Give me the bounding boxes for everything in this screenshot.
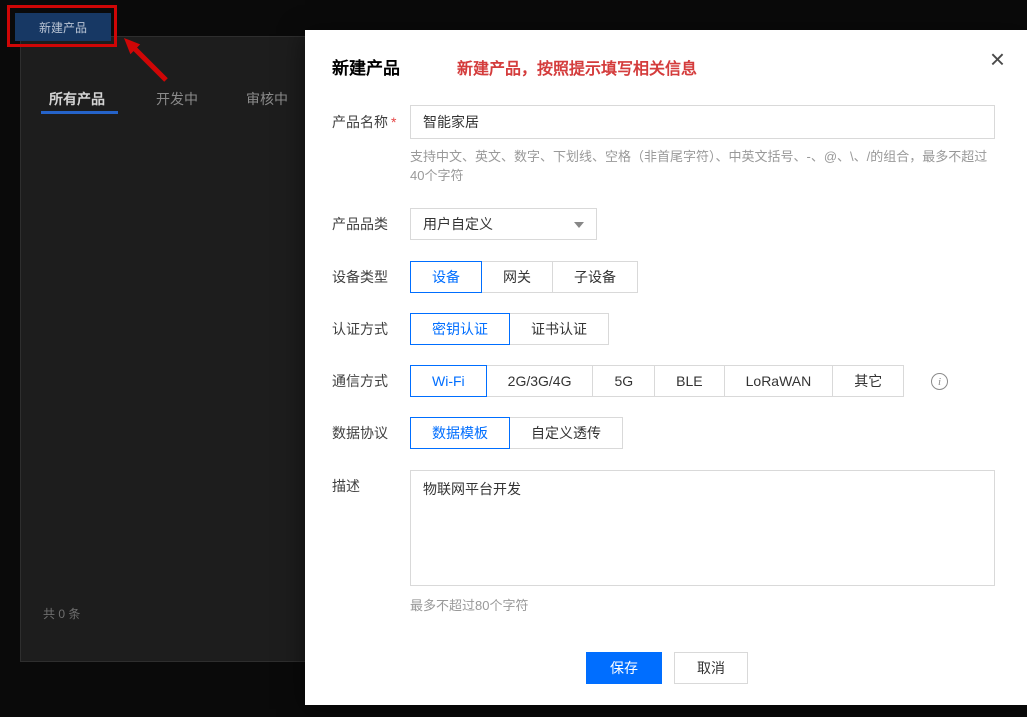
save-button[interactable]: 保存 (586, 652, 662, 684)
device-type-group: 设备网关子设备 (410, 261, 638, 293)
description-textarea[interactable]: 物联网平台开发 (410, 470, 995, 586)
modal-title: 新建产品 (332, 54, 400, 79)
device-type-group-option-2[interactable]: 子设备 (552, 261, 638, 293)
cancel-button[interactable]: 取消 (674, 652, 748, 684)
comm-method-label: 通信方式 (332, 365, 408, 397)
comm-method-group-option-4[interactable]: LoRaWAN (724, 365, 834, 397)
comm-method-group-option-1[interactable]: 2G/3G/4G (486, 365, 594, 397)
product-name-help: 支持中文、英文、数字、下划线、空格（非首尾字符）、中英文括号、-、@、\、/的组… (410, 147, 1000, 185)
auth-method-label: 认证方式 (332, 313, 408, 345)
category-select[interactable]: 用户自定义 (410, 208, 597, 240)
comm-method-group-option-3[interactable]: BLE (654, 365, 724, 397)
category-selected-value: 用户自定义 (423, 214, 493, 234)
device-type-group-option-0[interactable]: 设备 (410, 261, 482, 293)
close-icon[interactable]: × (990, 46, 1005, 72)
device-type-group-option-1[interactable]: 网关 (481, 261, 553, 293)
product-name-label-text: 产品名称 (332, 112, 388, 132)
product-list-panel: 所有产品 开发中 审核中 (20, 36, 306, 662)
device-type-label: 设备类型 (332, 261, 408, 293)
new-product-modal: 新建产品 新建产品，按照提示填写相关信息 × 产品名称 * 支持中文、英文、数字… (305, 30, 1027, 705)
total-count: 共 0 条 (43, 605, 80, 622)
comm-method-group-option-2[interactable]: 5G (592, 365, 655, 397)
info-icon[interactable]: i (931, 373, 948, 390)
new-product-button[interactable]: 新建产品 (15, 13, 111, 41)
chevron-down-icon (574, 222, 584, 228)
auth-method-group-option-1[interactable]: 证书认证 (509, 313, 609, 345)
comm-method-group: Wi-Fi2G/3G/4G5GBLELoRaWAN其它 (410, 365, 904, 397)
tab-developing[interactable]: 开发中 (156, 89, 198, 109)
description-label: 描述 (332, 476, 408, 496)
comm-method-group-option-5[interactable]: 其它 (832, 365, 904, 397)
screen: 所有产品 开发中 审核中 新建产品 共 0 条 新建产品 新建产品，按照提示填写… (0, 0, 1027, 717)
required-asterisk: * (391, 114, 396, 130)
auth-method-group: 密钥认证证书认证 (410, 313, 609, 345)
data-protocol-group-option-1[interactable]: 自定义透传 (509, 417, 623, 449)
comm-method-group-option-0[interactable]: Wi-Fi (410, 365, 487, 397)
data-protocol-label: 数据协议 (332, 417, 408, 449)
tab-all-products[interactable]: 所有产品 (49, 89, 105, 109)
data-protocol-group-option-0[interactable]: 数据模板 (410, 417, 510, 449)
product-name-input[interactable] (410, 105, 995, 139)
category-label: 产品品类 (332, 208, 408, 240)
tab-reviewing[interactable]: 审核中 (246, 89, 288, 109)
annotation-tip-text: 新建产品，按照提示填写相关信息 (457, 55, 697, 79)
product-name-label: 产品名称 * (332, 105, 408, 139)
data-protocol-group: 数据模板自定义透传 (410, 417, 623, 449)
auth-method-group-option-0[interactable]: 密钥认证 (410, 313, 510, 345)
active-tab-underline (41, 111, 118, 114)
description-help: 最多不超过80个字符 (410, 596, 1000, 615)
